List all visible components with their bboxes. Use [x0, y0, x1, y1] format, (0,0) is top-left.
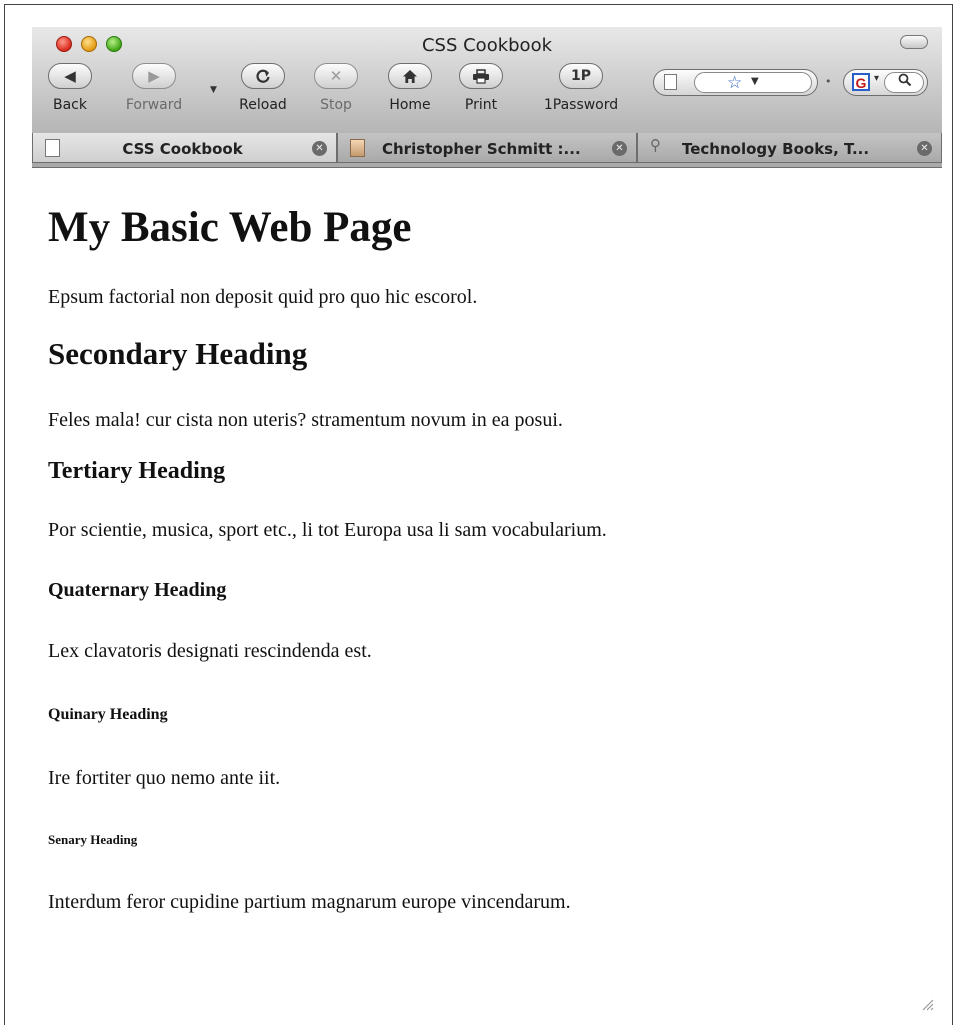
resize-grip-icon[interactable]: [920, 997, 934, 1011]
heading-level-3: Tertiary Heading: [48, 458, 226, 484]
star-icon[interactable]: ☆: [727, 73, 742, 93]
page-icon: [664, 74, 677, 90]
heading-level-2: Secondary Heading: [48, 336, 308, 371]
print-button[interactable]: Print: [456, 63, 506, 113]
tab-label: Christopher Schmitt :...: [382, 140, 581, 158]
url-field[interactable]: ☆ ▼: [694, 72, 812, 93]
title-bar: CSS Cookbook: [32, 27, 942, 56]
heading-level-6: Senary Heading: [48, 832, 138, 847]
stop-icon: ✕: [314, 63, 358, 89]
browser-window: CSS Cookbook ◀ Back ▶ Forward ▼ Reload ✕: [4, 4, 953, 1025]
reload-button[interactable]: Reload: [231, 63, 295, 113]
window-title: CSS Cookbook: [421, 35, 553, 56]
home-label: Home: [389, 97, 431, 113]
paragraph: Ire fortiter quo nemo ante iit.: [48, 767, 281, 789]
history-dropdown-icon[interactable]: ▼: [210, 85, 217, 95]
forward-arrow-icon: ▶: [132, 63, 176, 89]
tab-css-cookbook[interactable]: CSS Cookbook ✕: [32, 133, 337, 163]
stop-button[interactable]: ✕ Stop: [312, 63, 360, 113]
toolbar: ◀ Back ▶ Forward ▼ Reload ✕ Stop Home Pr…: [32, 63, 942, 127]
print-label: Print: [464, 97, 498, 113]
tab-technology-books[interactable]: ⚲ Technology Books, T... ✕: [637, 133, 942, 163]
heading-level-5: Quinary Heading: [48, 706, 168, 723]
paragraph: Epsum factorial non deposit quid pro quo…: [48, 286, 478, 308]
tab-christopher-schmitt[interactable]: Christopher Schmitt :... ✕: [337, 133, 637, 163]
forward-button[interactable]: ▶ Forward: [119, 63, 189, 113]
paragraph: Por scientie, musica, sport etc., li tot…: [48, 519, 607, 541]
reload-label: Reload: [239, 97, 287, 113]
search-input[interactable]: [884, 72, 924, 93]
favicon-photo-icon: [350, 139, 365, 157]
gamepad-icon: ⚲: [650, 136, 661, 154]
search-bar[interactable]: G ▾: [843, 69, 928, 96]
google-icon[interactable]: G: [852, 73, 870, 91]
tab-label: CSS Cookbook: [122, 140, 243, 158]
forward-label: Forward: [125, 97, 183, 113]
search-engine-dropdown-icon[interactable]: ▾: [874, 73, 879, 84]
magnifier-icon: [898, 73, 912, 91]
paragraph: Lex clavatoris designati rescindenda est…: [48, 640, 372, 662]
printer-icon: [459, 63, 503, 89]
home-icon: [388, 63, 432, 89]
tab-close-icon[interactable]: ✕: [917, 141, 932, 156]
back-arrow-icon: ◀: [48, 63, 92, 89]
reload-icon: [241, 63, 285, 89]
tab-label: Technology Books, T...: [682, 140, 870, 158]
stop-label: Stop: [320, 97, 352, 113]
browser-chrome: CSS Cookbook ◀ Back ▶ Forward ▼ Reload ✕: [32, 27, 942, 168]
paragraph: Interdum feror cupidine partium magnarum…: [48, 891, 571, 913]
back-label: Back: [53, 97, 87, 113]
paragraph: Feles mala! cur cista non uteris? strame…: [48, 409, 563, 431]
home-button[interactable]: Home: [383, 63, 437, 113]
tab-bar: CSS Cookbook ✕ Christopher Schmitt :... …: [32, 130, 942, 167]
back-button[interactable]: ◀ Back: [46, 63, 94, 113]
onepassword-label: 1Password: [543, 97, 619, 113]
toolbar-toggle-button[interactable]: [900, 35, 928, 49]
heading-level-1: My Basic Web Page: [48, 204, 412, 251]
address-bar[interactable]: ☆ ▼: [653, 69, 818, 96]
onepassword-button[interactable]: 1P 1Password: [538, 63, 624, 113]
onepassword-icon: 1P: [559, 63, 603, 89]
page-content: My Basic Web Page Epsum factorial non de…: [48, 167, 928, 915]
tab-close-icon[interactable]: ✕: [312, 141, 327, 156]
separator-dot: •: [825, 75, 832, 88]
heading-level-4: Quaternary Heading: [48, 579, 227, 601]
page-icon: [45, 139, 60, 157]
tab-close-icon[interactable]: ✕: [612, 141, 627, 156]
bookmark-dropdown-icon[interactable]: ▼: [751, 76, 759, 87]
